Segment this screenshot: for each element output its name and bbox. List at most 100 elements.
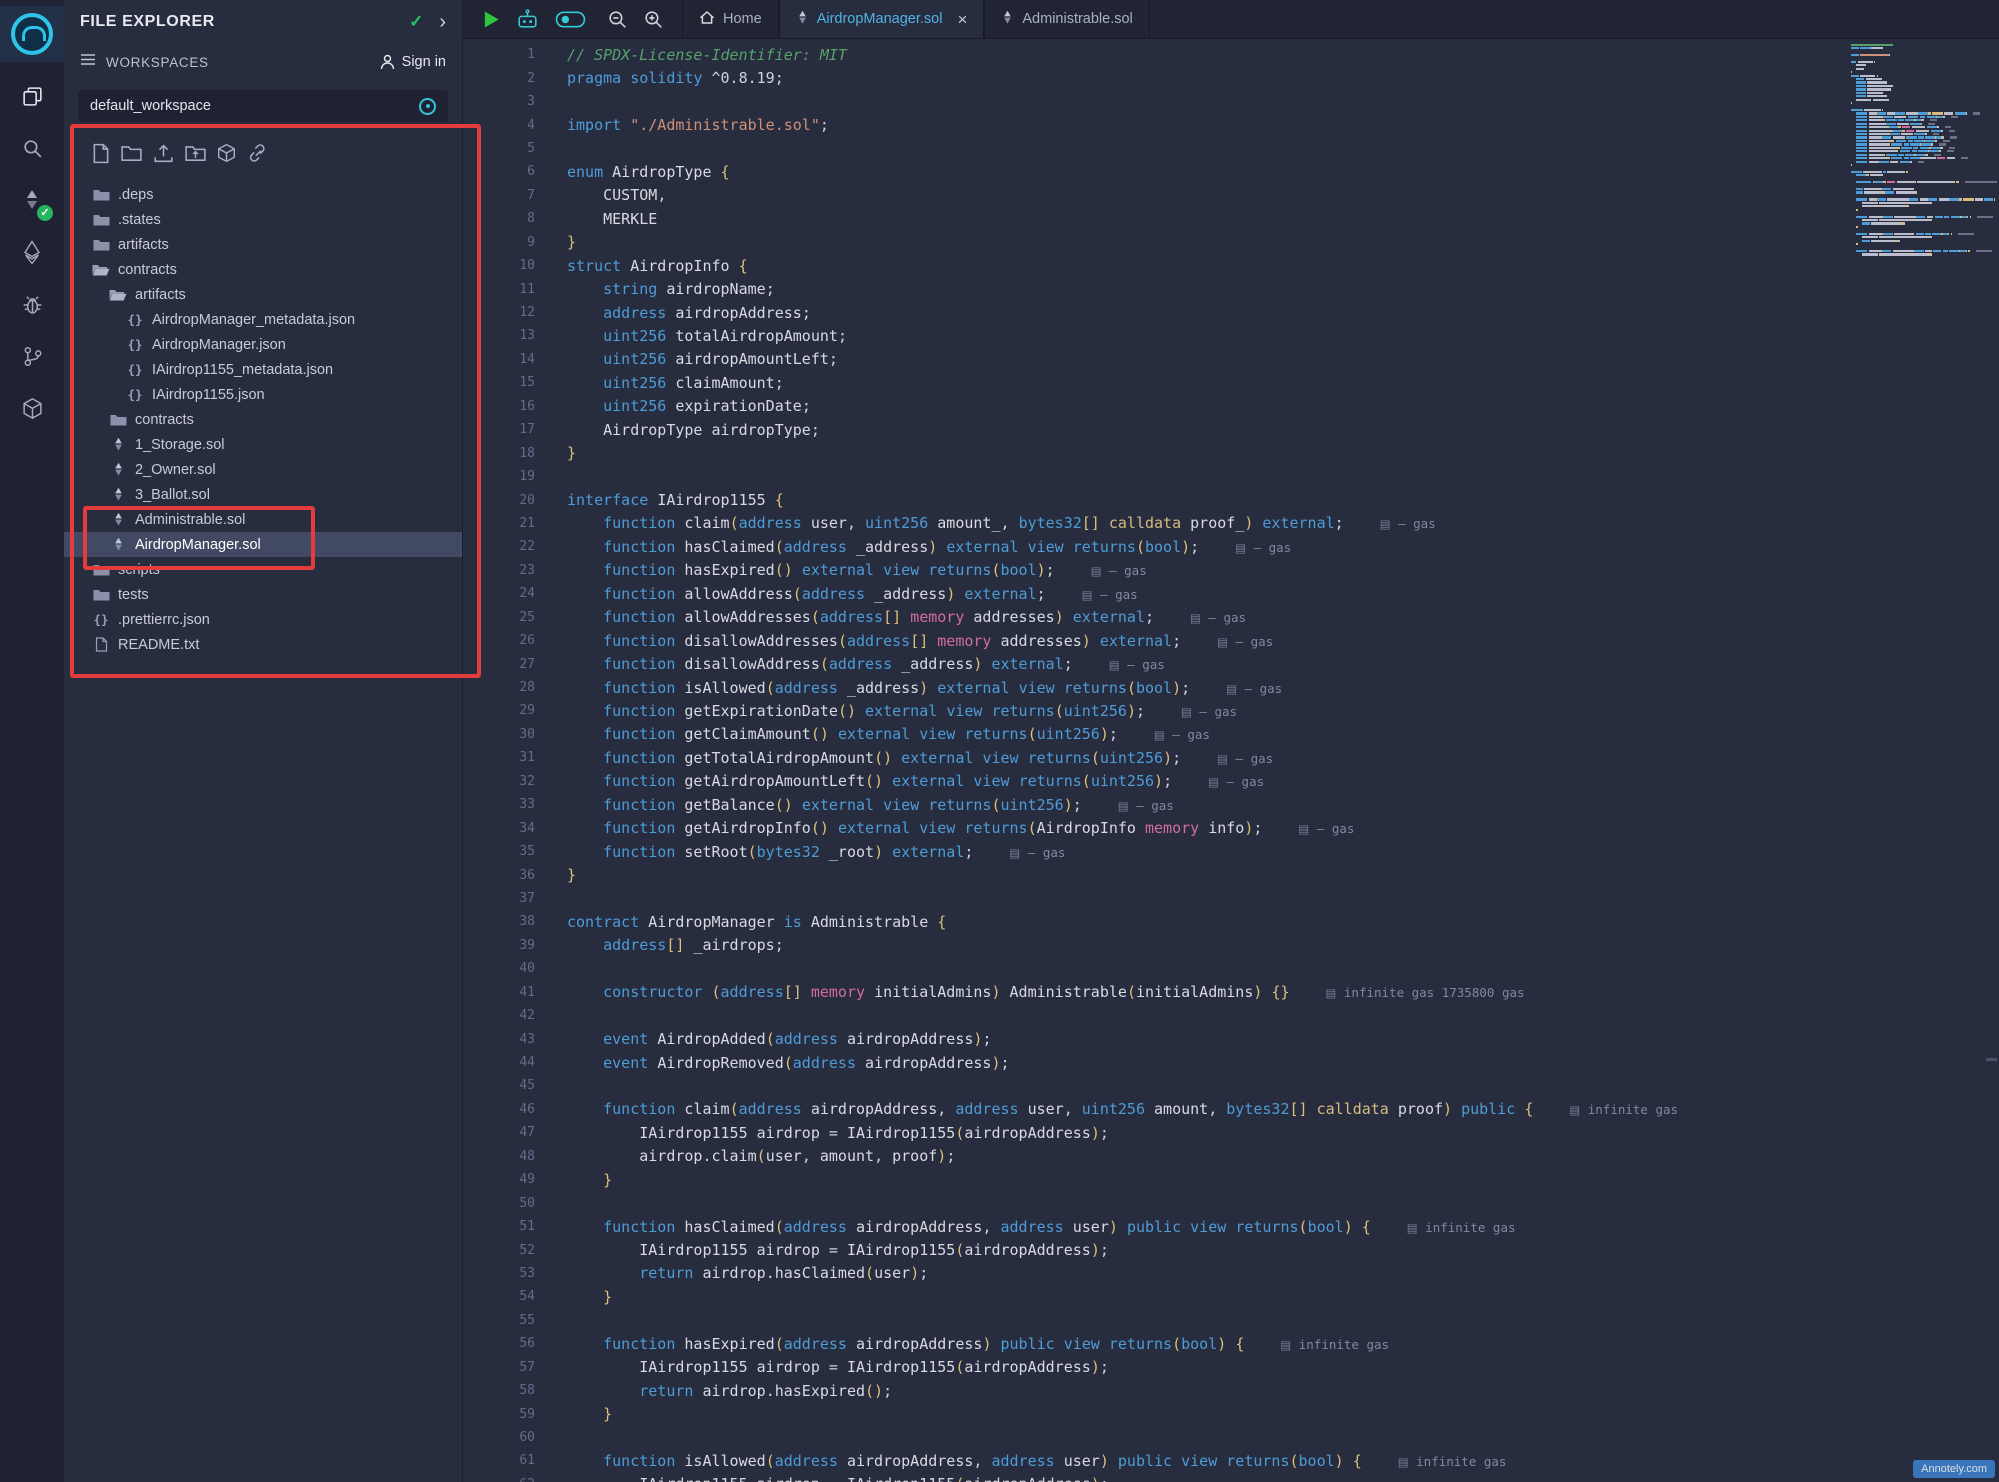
gas-estimate: ▤ – gas: [1235, 540, 1291, 555]
tree-item-Administrable.sol[interactable]: Administrable.sol: [64, 507, 462, 532]
git-icon[interactable]: [14, 338, 50, 374]
line-number: 14: [463, 352, 535, 367]
code-line: 18}: [463, 441, 1833, 464]
tree-item-IAirdrop1155_metadata.json[interactable]: {}IAirdrop1155_metadata.json: [64, 357, 462, 382]
line-number: 2: [463, 71, 535, 86]
solidity-compiler-icon[interactable]: ✓: [14, 182, 50, 218]
watermark: Annotely.com: [1913, 1460, 1995, 1478]
tree-item-label: .states: [118, 212, 161, 228]
gas-estimate: ▤ – gas: [1208, 774, 1264, 789]
tab-strip: HomeAirdropManager.sol×Administrable.sol: [682, 0, 1999, 38]
file-explorer-icon[interactable]: [14, 78, 50, 114]
gas-icon: ▤: [1082, 588, 1093, 602]
run-script-icon[interactable]: [483, 10, 500, 29]
code-line: 24 function allowAddress(address _addres…: [463, 582, 1833, 605]
create-folder-icon[interactable]: [121, 144, 142, 162]
person-icon: [380, 54, 395, 70]
import-link-icon[interactable]: [247, 143, 268, 163]
gas-icon: ▤: [1226, 682, 1237, 696]
code-line: 26 function disallowAddresses(address[] …: [463, 629, 1833, 652]
tab-Home[interactable]: Home: [682, 0, 779, 38]
line-number: 53: [463, 1266, 535, 1281]
gas-estimate: ▤ infinite gas: [1398, 1454, 1507, 1469]
tree-item-.prettierrc.json[interactable]: {}.prettierrc.json: [64, 607, 462, 632]
line-number: 10: [463, 258, 535, 273]
workspace-options-icon[interactable]: [419, 98, 436, 115]
deploy-run-icon[interactable]: [14, 234, 50, 270]
gas-icon: ▤: [1181, 705, 1192, 719]
plugin-manager-icon[interactable]: [14, 390, 50, 426]
gas-icon: ▤: [1118, 799, 1129, 813]
close-tab-icon[interactable]: ×: [957, 11, 967, 28]
zoom-out-icon[interactable]: [607, 9, 628, 30]
code-line: 10struct AirdropInfo {: [463, 254, 1833, 277]
tree-item-contracts[interactable]: contracts: [64, 407, 462, 432]
gas-icon: ▤: [1091, 564, 1102, 578]
remix-ai-icon[interactable]: [515, 8, 540, 31]
code-line: 44 event AirdropRemoved(address airdropA…: [463, 1051, 1833, 1074]
gas-estimate: ▤ – gas: [1181, 704, 1237, 719]
gas-icon: ▤: [1298, 822, 1309, 836]
upload-file-icon[interactable]: [153, 143, 174, 163]
tab-Administrable.sol[interactable]: Administrable.sol: [984, 0, 1149, 38]
code-line: 47 IAirdrop1155 airdrop = IAirdrop1155(a…: [463, 1121, 1833, 1144]
workspaces-menu-icon[interactable]: [80, 53, 96, 71]
tree-item-AirdropManager.sol[interactable]: AirdropManager.sol: [64, 532, 462, 557]
code-editor[interactable]: 1// SPDX-License-Identifier: MIT2pragma …: [463, 43, 1833, 1482]
line-number: 35: [463, 844, 535, 859]
scrollbar-marker[interactable]: [1986, 1058, 1997, 1061]
json-file-icon: {}: [126, 362, 144, 377]
sign-in-button[interactable]: Sign in: [380, 54, 446, 70]
gas-icon: ▤: [1280, 1338, 1291, 1352]
tree-item-tests[interactable]: tests: [64, 582, 462, 607]
chevron-right-icon[interactable]: ›: [439, 12, 446, 32]
gas-estimate: ▤ infinite gas: [1569, 1102, 1678, 1117]
solidity-file-icon: [109, 437, 127, 452]
line-number: 9: [463, 235, 535, 250]
gas-estimate: ▤ – gas: [1298, 821, 1354, 836]
code-line: 4import "./Administrable.sol";: [463, 113, 1833, 136]
gas-estimate: ▤ – gas: [1226, 681, 1282, 696]
zoom-in-icon[interactable]: [643, 9, 664, 30]
code-line: 31 function getTotalAirdropAmount() exte…: [463, 746, 1833, 769]
line-number: 22: [463, 539, 535, 554]
gas-icon: ▤: [1235, 541, 1246, 555]
line-number: 49: [463, 1172, 535, 1187]
gas-icon: ▤: [1009, 846, 1020, 860]
tree-item-IAirdrop1155.json[interactable]: {}IAirdrop1155.json: [64, 382, 462, 407]
ai-copilot-toggle[interactable]: [555, 10, 586, 29]
tree-item-README.txt[interactable]: README.txt: [64, 632, 462, 657]
solidity-file-icon: [109, 537, 127, 552]
tree-item-label: scripts: [118, 562, 160, 578]
create-file-icon[interactable]: [92, 143, 110, 164]
tree-item-.states[interactable]: .states: [64, 207, 462, 232]
line-number: 31: [463, 750, 535, 765]
tree-item-2_Owner.sol[interactable]: 2_Owner.sol: [64, 457, 462, 482]
json-file-icon: {}: [126, 312, 144, 327]
tree-item-AirdropManager_metadata.json[interactable]: {}AirdropManager_metadata.json: [64, 307, 462, 332]
tree-item-.deps[interactable]: .deps: [64, 182, 462, 207]
tree-item-AirdropManager.json[interactable]: {}AirdropManager.json: [64, 332, 462, 357]
sign-in-label: Sign in: [402, 54, 446, 70]
tree-item-artifacts[interactable]: artifacts: [64, 232, 462, 257]
tree-item-artifacts[interactable]: artifacts: [64, 282, 462, 307]
explorer-toolbar: [64, 122, 462, 166]
tree-item-contracts[interactable]: contracts: [64, 257, 462, 282]
import-box-icon[interactable]: [217, 143, 236, 163]
tree-item-1_Storage.sol[interactable]: 1_Storage.sol: [64, 432, 462, 457]
remix-logo[interactable]: [11, 13, 53, 55]
tree-item-3_Ballot.sol[interactable]: 3_Ballot.sol: [64, 482, 462, 507]
gas-icon: ▤: [1208, 775, 1219, 789]
upload-folder-icon[interactable]: [185, 144, 206, 162]
search-icon[interactable]: [14, 130, 50, 166]
tab-AirdropManager.sol[interactable]: AirdropManager.sol×: [779, 0, 985, 38]
workspace-select[interactable]: default_workspace: [78, 90, 448, 122]
tree-item-label: AirdropManager.json: [152, 337, 286, 353]
line-number: 48: [463, 1149, 535, 1164]
tree-item-scripts[interactable]: scripts: [64, 557, 462, 582]
line-number: 3: [463, 94, 535, 109]
line-number: 60: [463, 1430, 535, 1445]
debugger-icon[interactable]: [14, 286, 50, 322]
gas-estimate: ▤ infinite gas: [1280, 1337, 1389, 1352]
minimap[interactable]: [1839, 39, 1999, 1482]
